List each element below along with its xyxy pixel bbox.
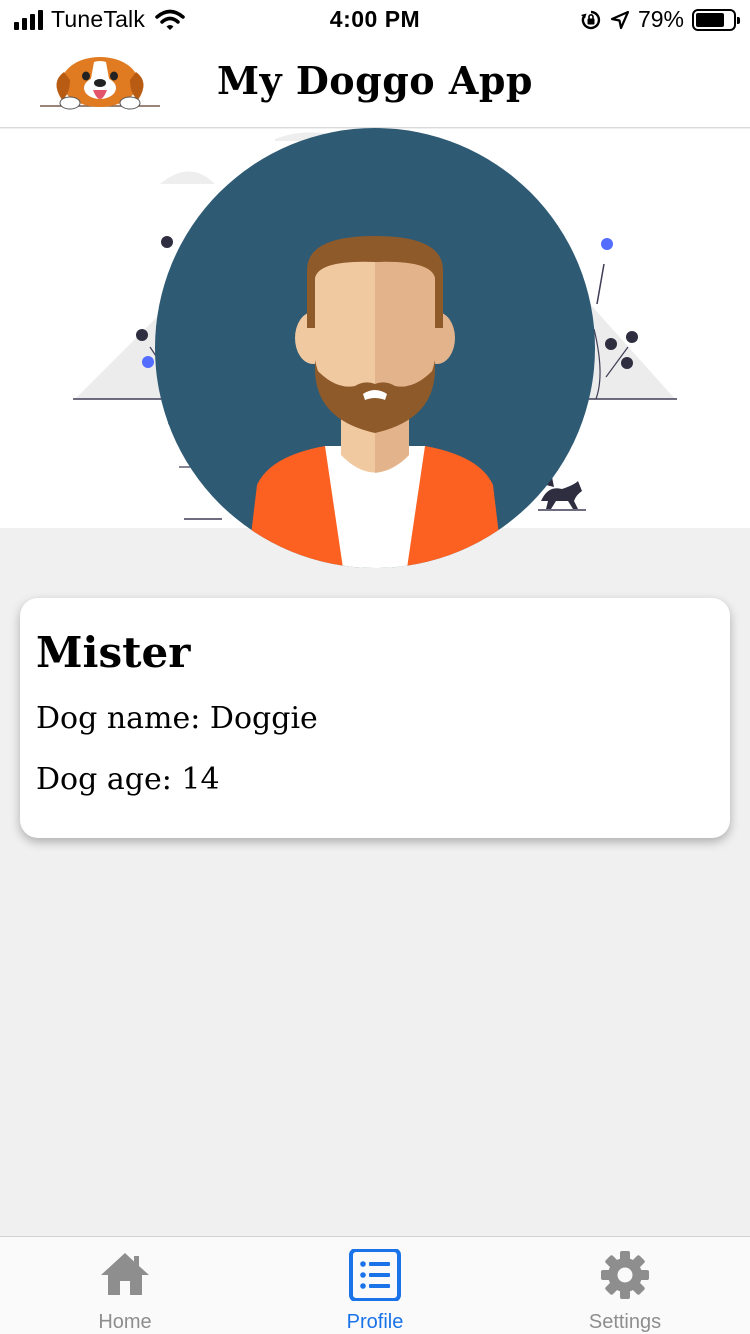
tab-bar: Home Profile Settings bbox=[0, 1236, 750, 1334]
battery-icon bbox=[692, 8, 740, 31]
tab-home[interactable]: Home bbox=[0, 1237, 250, 1334]
gear-icon bbox=[601, 1251, 649, 1299]
tab-settings[interactable]: Settings bbox=[500, 1237, 750, 1334]
battery-fill bbox=[696, 12, 725, 27]
profile-card: Mister Dog name: Doggie Dog age: 14 bbox=[20, 598, 730, 838]
dog-age-row: Dog age: 14 bbox=[36, 762, 714, 797]
dog-age-value: 14 bbox=[181, 762, 220, 797]
dog-name-row: Dog name: Doggie bbox=[36, 701, 714, 736]
status-bar: TuneTalk 4:00 PM 79% bbox=[0, 0, 750, 40]
location-arrow-icon bbox=[610, 10, 630, 29]
battery-percent: 79% bbox=[637, 6, 684, 32]
tab-home-label: Home bbox=[98, 1311, 152, 1333]
tab-profile[interactable]: Profile bbox=[250, 1237, 500, 1334]
dog-name-value: Doggie bbox=[209, 701, 318, 736]
list-icon bbox=[349, 1249, 401, 1301]
dog-age-label: Dog age: bbox=[36, 762, 172, 797]
home-icon bbox=[101, 1253, 149, 1295]
battery-nub bbox=[737, 16, 740, 24]
orientation-lock-icon bbox=[580, 10, 600, 29]
app-title: My Doggo App bbox=[216, 58, 533, 103]
owner-name: Mister bbox=[36, 628, 191, 677]
profile-avatar bbox=[155, 128, 595, 568]
avatar-illustration bbox=[155, 128, 595, 568]
tab-profile-label: Profile bbox=[346, 1311, 404, 1333]
dog-name-label: Dog name: bbox=[36, 701, 201, 736]
tab-settings-label: Settings bbox=[588, 1311, 662, 1333]
status-right: 79% bbox=[580, 6, 740, 33]
app-header: My Doggo App bbox=[0, 40, 750, 128]
